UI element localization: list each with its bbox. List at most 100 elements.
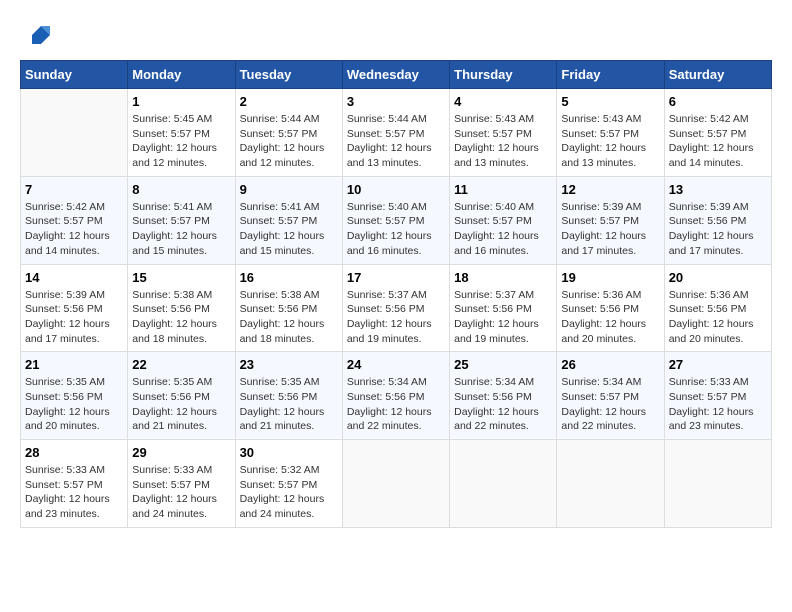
col-header-wednesday: Wednesday bbox=[342, 61, 449, 89]
day-cell: 22 Sunrise: 5:35 AM Sunset: 5:56 PM Dayli… bbox=[128, 352, 235, 440]
day-cell: 8 Sunrise: 5:41 AM Sunset: 5:57 PM Daylig… bbox=[128, 176, 235, 264]
day-number: 7 bbox=[25, 182, 123, 197]
day-detail: Sunrise: 5:41 AM Sunset: 5:57 PM Dayligh… bbox=[132, 200, 230, 259]
day-cell bbox=[21, 89, 128, 177]
day-cell: 3 Sunrise: 5:44 AM Sunset: 5:57 PM Daylig… bbox=[342, 89, 449, 177]
day-number: 1 bbox=[132, 94, 230, 109]
day-cell: 13 Sunrise: 5:39 AM Sunset: 5:56 PM Dayli… bbox=[664, 176, 771, 264]
day-cell: 7 Sunrise: 5:42 AM Sunset: 5:57 PM Daylig… bbox=[21, 176, 128, 264]
day-cell: 15 Sunrise: 5:38 AM Sunset: 5:56 PM Dayli… bbox=[128, 264, 235, 352]
calendar-body: 1 Sunrise: 5:45 AM Sunset: 5:57 PM Daylig… bbox=[21, 89, 772, 528]
day-number: 10 bbox=[347, 182, 445, 197]
day-detail: Sunrise: 5:35 AM Sunset: 5:56 PM Dayligh… bbox=[25, 375, 123, 434]
day-number: 16 bbox=[240, 270, 338, 285]
col-header-sunday: Sunday bbox=[21, 61, 128, 89]
page-container: SundayMondayTuesdayWednesdayThursdayFrid… bbox=[20, 20, 772, 528]
day-number: 22 bbox=[132, 357, 230, 372]
day-number: 8 bbox=[132, 182, 230, 197]
day-number: 28 bbox=[25, 445, 123, 460]
day-detail: Sunrise: 5:34 AM Sunset: 5:57 PM Dayligh… bbox=[561, 375, 659, 434]
day-detail: Sunrise: 5:35 AM Sunset: 5:56 PM Dayligh… bbox=[240, 375, 338, 434]
day-number: 25 bbox=[454, 357, 552, 372]
col-header-tuesday: Tuesday bbox=[235, 61, 342, 89]
day-cell: 20 Sunrise: 5:36 AM Sunset: 5:56 PM Dayli… bbox=[664, 264, 771, 352]
calendar-table: SundayMondayTuesdayWednesdayThursdayFrid… bbox=[20, 60, 772, 528]
day-detail: Sunrise: 5:45 AM Sunset: 5:57 PM Dayligh… bbox=[132, 112, 230, 171]
day-cell: 29 Sunrise: 5:33 AM Sunset: 5:57 PM Dayli… bbox=[128, 440, 235, 528]
day-cell: 18 Sunrise: 5:37 AM Sunset: 5:56 PM Dayli… bbox=[450, 264, 557, 352]
day-cell: 2 Sunrise: 5:44 AM Sunset: 5:57 PM Daylig… bbox=[235, 89, 342, 177]
day-cell: 23Sunrise: 5:35 AM Sunset: 5:56 PM Dayli… bbox=[235, 352, 342, 440]
day-detail: Sunrise: 5:42 AM Sunset: 5:57 PM Dayligh… bbox=[669, 112, 767, 171]
day-cell: 10 Sunrise: 5:40 AM Sunset: 5:57 PM Dayli… bbox=[342, 176, 449, 264]
day-number: 20 bbox=[669, 270, 767, 285]
week-row-1: 1 Sunrise: 5:45 AM Sunset: 5:57 PM Daylig… bbox=[21, 89, 772, 177]
logo bbox=[20, 20, 54, 50]
col-header-saturday: Saturday bbox=[664, 61, 771, 89]
day-cell: 5Sunrise: 5:43 AM Sunset: 5:57 PM Daylig… bbox=[557, 89, 664, 177]
day-number: 29 bbox=[132, 445, 230, 460]
day-cell: 1 Sunrise: 5:45 AM Sunset: 5:57 PM Daylig… bbox=[128, 89, 235, 177]
day-cell: 21 Sunrise: 5:35 AM Sunset: 5:56 PM Dayli… bbox=[21, 352, 128, 440]
day-cell: 24Sunrise: 5:34 AM Sunset: 5:56 PM Dayli… bbox=[342, 352, 449, 440]
day-detail: Sunrise: 5:34 AM Sunset: 5:56 PM Dayligh… bbox=[454, 375, 552, 434]
day-cell: 6 Sunrise: 5:42 AM Sunset: 5:57 PM Daylig… bbox=[664, 89, 771, 177]
day-cell: 16 Sunrise: 5:38 AM Sunset: 5:56 PM Dayli… bbox=[235, 264, 342, 352]
logo-icon bbox=[20, 20, 50, 50]
day-detail: Sunrise: 5:33 AM Sunset: 5:57 PM Dayligh… bbox=[132, 463, 230, 522]
day-cell bbox=[557, 440, 664, 528]
day-number: 17 bbox=[347, 270, 445, 285]
day-number: 9 bbox=[240, 182, 338, 197]
day-number: 3 bbox=[347, 94, 445, 109]
calendar-header: SundayMondayTuesdayWednesdayThursdayFrid… bbox=[21, 61, 772, 89]
day-cell: 11Sunrise: 5:40 AM Sunset: 5:57 PM Dayli… bbox=[450, 176, 557, 264]
day-detail: Sunrise: 5:39 AM Sunset: 5:57 PM Dayligh… bbox=[561, 200, 659, 259]
day-number: 13 bbox=[669, 182, 767, 197]
day-number: 15 bbox=[132, 270, 230, 285]
day-cell: 19 Sunrise: 5:36 AM Sunset: 5:56 PM Dayli… bbox=[557, 264, 664, 352]
day-number: 2 bbox=[240, 94, 338, 109]
day-detail: Sunrise: 5:36 AM Sunset: 5:56 PM Dayligh… bbox=[669, 288, 767, 347]
week-row-5: 28 Sunrise: 5:33 AM Sunset: 5:57 PM Dayli… bbox=[21, 440, 772, 528]
day-detail: Sunrise: 5:34 AM Sunset: 5:56 PM Dayligh… bbox=[347, 375, 445, 434]
day-detail: Sunrise: 5:43 AM Sunset: 5:57 PM Dayligh… bbox=[561, 112, 659, 171]
day-detail: Sunrise: 5:35 AM Sunset: 5:56 PM Dayligh… bbox=[132, 375, 230, 434]
day-number: 26 bbox=[561, 357, 659, 372]
day-cell: 17 Sunrise: 5:37 AM Sunset: 5:56 PM Dayli… bbox=[342, 264, 449, 352]
day-detail: Sunrise: 5:38 AM Sunset: 5:56 PM Dayligh… bbox=[240, 288, 338, 347]
day-detail: Sunrise: 5:37 AM Sunset: 5:56 PM Dayligh… bbox=[347, 288, 445, 347]
day-cell: 14 Sunrise: 5:39 AM Sunset: 5:56 PM Dayli… bbox=[21, 264, 128, 352]
day-detail: Sunrise: 5:32 AM Sunset: 5:57 PM Dayligh… bbox=[240, 463, 338, 522]
col-header-friday: Friday bbox=[557, 61, 664, 89]
day-detail: Sunrise: 5:39 AM Sunset: 5:56 PM Dayligh… bbox=[25, 288, 123, 347]
day-number: 19 bbox=[561, 270, 659, 285]
day-number: 12 bbox=[561, 182, 659, 197]
col-header-thursday: Thursday bbox=[450, 61, 557, 89]
day-detail: Sunrise: 5:42 AM Sunset: 5:57 PM Dayligh… bbox=[25, 200, 123, 259]
day-cell: 9 Sunrise: 5:41 AM Sunset: 5:57 PM Daylig… bbox=[235, 176, 342, 264]
day-cell: 25 Sunrise: 5:34 AM Sunset: 5:56 PM Dayli… bbox=[450, 352, 557, 440]
week-row-4: 21 Sunrise: 5:35 AM Sunset: 5:56 PM Dayli… bbox=[21, 352, 772, 440]
day-number: 4 bbox=[454, 94, 552, 109]
day-detail: Sunrise: 5:37 AM Sunset: 5:56 PM Dayligh… bbox=[454, 288, 552, 347]
day-detail: Sunrise: 5:44 AM Sunset: 5:57 PM Dayligh… bbox=[240, 112, 338, 171]
day-cell bbox=[450, 440, 557, 528]
day-cell: 30 Sunrise: 5:32 AM Sunset: 5:57 PM Dayli… bbox=[235, 440, 342, 528]
day-detail: Sunrise: 5:33 AM Sunset: 5:57 PM Dayligh… bbox=[669, 375, 767, 434]
day-number: 6 bbox=[669, 94, 767, 109]
day-cell: 27 Sunrise: 5:33 AM Sunset: 5:57 PM Dayli… bbox=[664, 352, 771, 440]
day-detail: Sunrise: 5:40 AM Sunset: 5:57 PM Dayligh… bbox=[347, 200, 445, 259]
day-number: 27 bbox=[669, 357, 767, 372]
day-detail: Sunrise: 5:39 AM Sunset: 5:56 PM Dayligh… bbox=[669, 200, 767, 259]
day-number: 18 bbox=[454, 270, 552, 285]
day-number: 11 bbox=[454, 182, 552, 197]
day-number: 14 bbox=[25, 270, 123, 285]
day-detail: Sunrise: 5:38 AM Sunset: 5:56 PM Dayligh… bbox=[132, 288, 230, 347]
day-cell: 28Sunrise: 5:33 AM Sunset: 5:57 PM Dayli… bbox=[21, 440, 128, 528]
day-cell bbox=[664, 440, 771, 528]
day-detail: Sunrise: 5:44 AM Sunset: 5:57 PM Dayligh… bbox=[347, 112, 445, 171]
day-detail: Sunrise: 5:36 AM Sunset: 5:56 PM Dayligh… bbox=[561, 288, 659, 347]
day-detail: Sunrise: 5:41 AM Sunset: 5:57 PM Dayligh… bbox=[240, 200, 338, 259]
day-number: 30 bbox=[240, 445, 338, 460]
day-number: 21 bbox=[25, 357, 123, 372]
